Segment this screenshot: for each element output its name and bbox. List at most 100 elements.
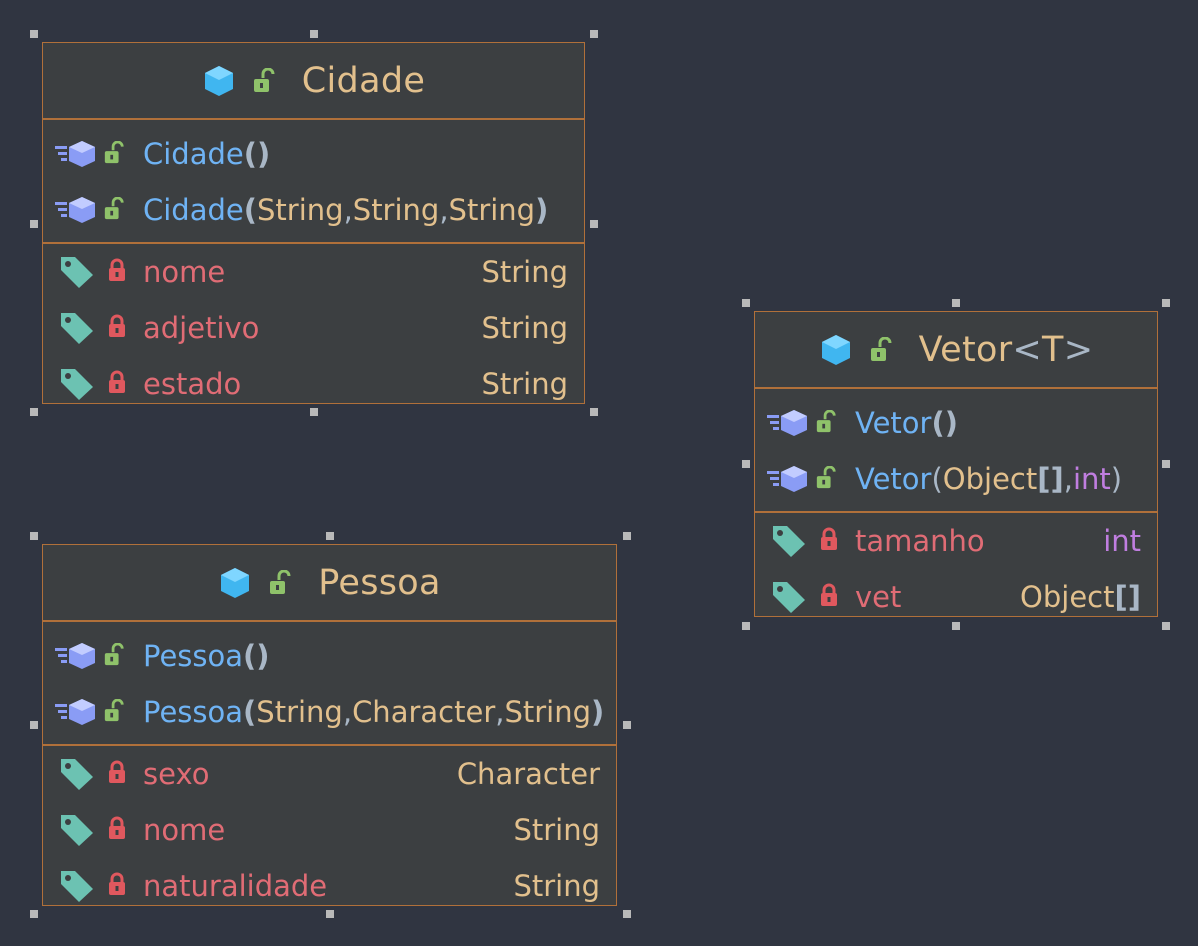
constructor-icon: [55, 699, 95, 725]
class-name: Vetor<T>: [918, 329, 1094, 370]
constructor-row[interactable]: Cidade(): [43, 126, 584, 182]
field-row[interactable]: sexo Character: [43, 746, 616, 802]
constructor-icon: [767, 466, 807, 492]
class-box-pessoa[interactable]: Pessoa Pessoa() Pessoa (String , Charac…: [42, 544, 617, 906]
class-box-cidade[interactable]: Cidade Cidade() Cidade (String , String…: [42, 42, 585, 404]
close-paren: ): [944, 406, 958, 440]
resize-handle[interactable]: [590, 408, 598, 416]
param-type: Object: [942, 462, 1038, 496]
array-brackets: []: [1114, 580, 1141, 614]
resize-handle[interactable]: [623, 910, 631, 918]
constructor-name: Vetor: [855, 462, 932, 496]
param-type: String: [256, 695, 343, 729]
resize-handle[interactable]: [952, 299, 960, 307]
array-brackets: []: [1037, 462, 1064, 496]
resize-handle[interactable]: [1162, 622, 1170, 630]
resize-handle[interactable]: [623, 532, 631, 540]
constructor-icon: [55, 643, 95, 669]
field-type: Object: [1020, 580, 1115, 614]
fields-section: nome String adjetivo String estado Strin…: [43, 244, 584, 412]
resize-handle[interactable]: [310, 408, 318, 416]
close-paren: ): [257, 137, 271, 171]
unlocked-icon: [104, 643, 124, 666]
field-type: String: [481, 367, 568, 401]
field-type: String: [513, 813, 600, 847]
param-type: String: [257, 193, 344, 227]
class-header: Cidade: [43, 43, 584, 120]
unlocked-icon: [870, 336, 892, 361]
unlocked-icon: [270, 569, 291, 594]
resize-handle[interactable]: [742, 299, 750, 307]
field-type: String: [481, 311, 568, 345]
field-type: int: [1103, 524, 1141, 558]
field-row[interactable]: adjetivo String: [43, 300, 584, 356]
field-tag-icon: [61, 815, 93, 846]
field-type: String: [513, 869, 600, 903]
field-tag-icon: [61, 257, 93, 288]
constructor-row[interactable]: Vetor(Object[], int): [755, 451, 1157, 507]
resize-handle[interactable]: [623, 721, 631, 729]
resize-handle[interactable]: [952, 622, 960, 630]
resize-handle[interactable]: [590, 220, 598, 228]
field-row[interactable]: nome String: [43, 802, 616, 858]
field-row[interactable]: tamanho int: [755, 513, 1157, 569]
class-icon: [221, 567, 250, 598]
resize-handle[interactable]: [30, 30, 38, 38]
resize-handle[interactable]: [590, 30, 598, 38]
unlocked-icon: [104, 699, 124, 722]
resize-handle[interactable]: [1162, 299, 1170, 307]
field-row[interactable]: vet Object[]: [755, 569, 1157, 625]
resize-handle[interactable]: [326, 532, 334, 540]
constructor-icon: [55, 141, 95, 167]
class-icon: [204, 65, 233, 96]
class-header: Vetor<T>: [755, 312, 1157, 389]
unlocked-icon: [104, 197, 124, 220]
resize-handle[interactable]: [310, 30, 318, 38]
open-paren: (: [243, 695, 257, 729]
constructor-row[interactable]: Pessoa(String, Character, String): [43, 684, 616, 740]
constructors-section: Pessoa() Pessoa(String, Character, Strin…: [43, 622, 616, 746]
resize-handle[interactable]: [742, 622, 750, 630]
locked-icon: [109, 816, 125, 839]
locked-icon: [109, 370, 125, 393]
resize-handle[interactable]: [1162, 460, 1170, 468]
param-type: String: [504, 695, 592, 729]
constructor-icon: [767, 410, 807, 436]
resize-handle[interactable]: [30, 721, 38, 729]
resize-handle[interactable]: [30, 532, 38, 540]
field-name: naturalidade: [143, 869, 328, 903]
locked-icon: [821, 527, 837, 550]
open-paren: (: [243, 639, 257, 673]
constructor-row[interactable]: Vetor(): [755, 395, 1157, 451]
type-parameter: T: [1042, 329, 1064, 370]
fields-section: sexo Character nome String naturalidade …: [43, 746, 616, 914]
resize-handle[interactable]: [326, 910, 334, 918]
close-paren: ): [535, 193, 549, 227]
field-name: sexo: [143, 757, 210, 791]
resize-handle[interactable]: [742, 460, 750, 468]
param-type: String: [448, 193, 536, 227]
constructor-name: Cidade: [143, 137, 244, 171]
field-name: nome: [143, 813, 226, 847]
constructor-name: Vetor: [855, 406, 932, 440]
resize-handle[interactable]: [30, 910, 38, 918]
constructor-row[interactable]: Cidade(String, String, String): [43, 182, 584, 238]
field-row[interactable]: naturalidade String: [43, 858, 616, 914]
open-paren: (: [931, 406, 945, 440]
resize-handle[interactable]: [30, 220, 38, 228]
class-box-vetor[interactable]: Vetor<T> Vetor() Vetor (Object [] , int…: [754, 311, 1158, 617]
fields-section: tamanho int vet Object[]: [755, 513, 1157, 625]
field-tag-icon: [773, 582, 805, 613]
constructor-row[interactable]: Pessoa(): [43, 628, 616, 684]
locked-icon: [109, 258, 125, 281]
constructor-name: Cidade: [143, 193, 244, 227]
class-name: Pessoa: [318, 562, 441, 603]
field-row[interactable]: nome String: [43, 244, 584, 300]
field-name: nome: [143, 255, 226, 289]
field-row[interactable]: estado String: [43, 356, 584, 412]
field-tag-icon: [61, 369, 93, 400]
resize-handle[interactable]: [30, 408, 38, 416]
locked-icon: [821, 583, 837, 606]
class-name: Cidade: [301, 60, 426, 101]
close-paren: ): [591, 695, 605, 729]
